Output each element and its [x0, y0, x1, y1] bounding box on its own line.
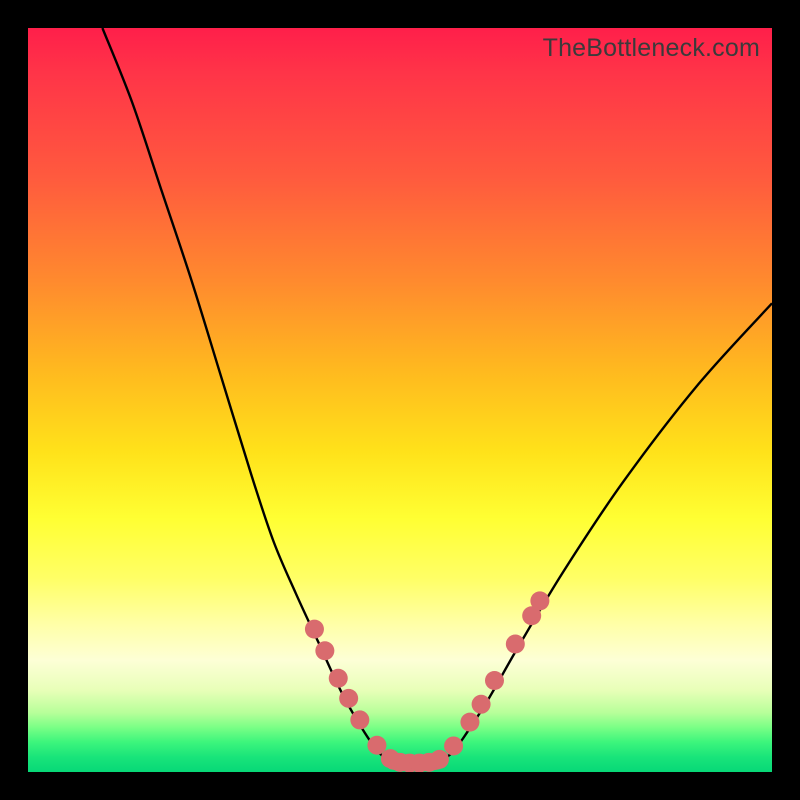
- highlight-dot: [530, 591, 549, 610]
- outer-frame: TheBottleneck.com: [0, 0, 800, 800]
- highlight-dot: [315, 641, 334, 660]
- left-curve: [102, 28, 392, 763]
- highlight-dot: [444, 736, 463, 755]
- chart-svg: [28, 28, 772, 772]
- highlight-dot: [305, 620, 324, 639]
- highlight-dot: [506, 635, 525, 654]
- highlight-dot: [430, 750, 449, 769]
- highlight-dot: [485, 671, 504, 690]
- highlight-dot: [460, 713, 479, 732]
- plot-area: TheBottleneck.com: [28, 28, 772, 772]
- highlight-dot: [472, 695, 491, 714]
- highlight-dots: [305, 591, 549, 772]
- right-curve: [437, 303, 772, 763]
- highlight-dot: [329, 669, 348, 688]
- highlight-dot: [350, 710, 369, 729]
- highlight-dot: [339, 689, 358, 708]
- highlight-dot: [367, 736, 386, 755]
